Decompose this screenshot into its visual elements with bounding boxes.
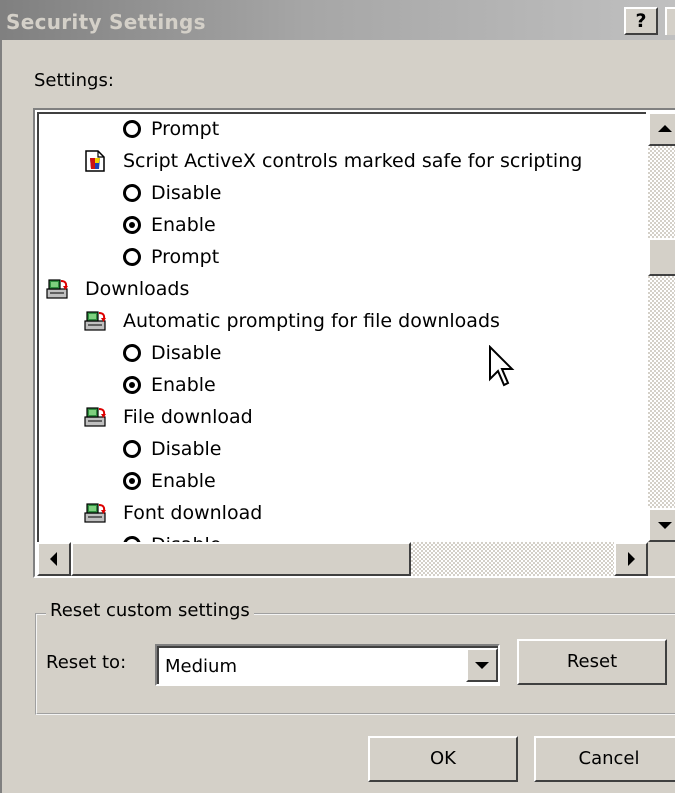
scrollbar-corner [648,542,675,576]
vertical-scrollbar[interactable] [648,112,675,542]
vertical-scroll-thumb[interactable] [648,238,675,276]
settings-tree-box: Prompt Script ActiveX controls marked saf… [33,108,675,578]
ok-button[interactable]: OK [368,736,518,782]
horizontal-scrollbar[interactable] [37,542,648,576]
row-label: Disable [151,530,221,542]
mouse-cursor-icon [489,345,515,387]
reset-level-value: Medium [165,656,237,677]
close-button[interactable] [665,7,675,35]
radio-button[interactable] [123,248,141,266]
settings-label: Settings: [34,70,114,91]
combo-field: Medium [157,646,498,684]
reset-group-legend: Reset custom settings [46,600,254,621]
scroll-up-button[interactable] [648,112,675,146]
row-label: Disable [151,342,222,364]
row-label: Enable [151,214,216,236]
row-label: Downloads [85,278,190,300]
window-title: Security Settings [6,10,206,34]
activex-icon [85,150,105,172]
radio-button[interactable] [123,376,141,394]
row-label: Enable [151,374,216,396]
cancel-button[interactable]: Cancel [534,736,675,782]
row-label: File download [123,406,253,428]
radio-button[interactable] [123,344,141,362]
scroll-left-button[interactable] [37,542,71,576]
radio-button[interactable] [123,472,141,490]
download-icon [84,503,106,523]
help-button[interactable]: ? [624,7,658,35]
scroll-down-button[interactable] [648,508,675,542]
arrow-right-icon [628,552,635,566]
row-label: Prompt [151,118,220,140]
download-icon [84,311,106,331]
security-settings-dialog: Security Settings ? Settings: Prompt Scri… [0,0,675,793]
download-icon [84,407,106,427]
reset-level-select[interactable]: Medium [155,644,500,686]
radio-button[interactable] [123,120,141,138]
row-label: Script ActiveX controls marked safe for … [123,150,583,172]
title-bar[interactable]: Security Settings ? [2,0,675,40]
row-label: Font download [123,502,263,524]
row-label: Disable [151,438,222,460]
row-label: Prompt [151,246,220,268]
row-label: Enable [151,470,216,492]
radio-button[interactable] [123,216,141,234]
radio-button[interactable] [123,440,141,458]
dropdown-button[interactable] [466,648,498,682]
arrow-up-icon [658,125,672,132]
row-label: Disable [151,182,222,204]
arrow-left-icon [50,552,57,566]
row-label: Automatic prompting for file downloads [123,310,500,332]
reset-to-label: Reset to: [46,652,127,673]
arrow-down-icon [658,522,672,529]
chevron-down-icon [475,662,489,669]
reset-button[interactable]: Reset [517,639,667,685]
horizontal-scroll-thumb[interactable] [71,542,411,576]
download-icon [46,279,68,299]
radio-button[interactable] [123,184,141,202]
scroll-right-button[interactable] [614,542,648,576]
settings-tree[interactable]: Prompt Script ActiveX controls marked saf… [37,112,646,542]
